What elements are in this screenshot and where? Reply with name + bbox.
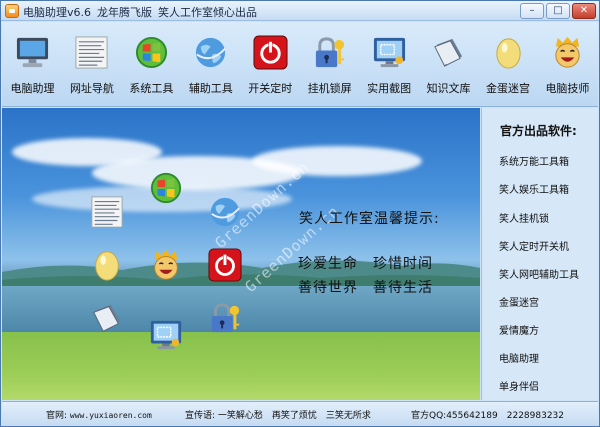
screen-capture-icon xyxy=(373,37,405,68)
software-link[interactable]: 单身伴侣 xyxy=(499,378,539,393)
monitor-icon xyxy=(16,37,49,68)
title-bar[interactable]: 电脑助理v6.6 龙年腾飞版 笑人工作室倾心出品 – □ ✕ xyxy=(1,1,599,21)
tip-title: 笑人工作室温馨提示: xyxy=(299,211,440,227)
status-bar: 官网: www.yuxiaoren.com 宣传语: 一笑解心愁 再笑了烦忧 三… xyxy=(2,401,598,426)
globe-icon[interactable] xyxy=(208,195,242,229)
software-link[interactable]: 金蛋迷宫 xyxy=(499,294,539,309)
tool-timer-switch[interactable]: 开关定时 xyxy=(243,22,298,107)
tool-label: 电脑助理 xyxy=(10,82,55,95)
website-info: 官网: www.yuxiaoren.com xyxy=(46,408,152,421)
app-window: 电脑助理v6.6 龙年腾飞版 笑人工作室倾心出品 – □ ✕ 电脑助理 网址导航… xyxy=(0,0,600,427)
globe-icon xyxy=(196,37,227,68)
software-link[interactable]: 笑人网吧辅助工具 xyxy=(499,266,579,281)
technician-face-icon[interactable] xyxy=(149,248,183,282)
tool-golden-egg-maze[interactable]: 金蛋迷宫 xyxy=(481,22,536,107)
tool-label: 系统工具 xyxy=(129,82,174,95)
main-panel: GreenDown.cn GreenDown.cn 笑人工作室温馨提示: 珍爱生… xyxy=(2,108,480,400)
tool-label: 辅助工具 xyxy=(188,82,233,95)
golden-egg-icon[interactable] xyxy=(90,248,124,282)
tool-computer-technician[interactable]: 电脑技师 xyxy=(540,22,595,107)
app-name: 电脑助理v6.6 xyxy=(23,6,92,19)
padlock-key-icon[interactable] xyxy=(208,301,242,335)
tool-web-navigation[interactable]: 网址导航 xyxy=(64,22,119,107)
panel-title: 官方出品软件: xyxy=(500,124,577,138)
software-link[interactable]: 爱情魔方 xyxy=(499,322,539,337)
grass-field xyxy=(2,332,480,400)
software-link[interactable]: 笑人挂机锁 xyxy=(499,210,549,225)
slogan-info: 宣传语: 一笑解心愁 再笑了烦忧 三笑无所求 xyxy=(185,408,371,421)
golden-egg-icon xyxy=(495,38,521,69)
website-link[interactable]: www.yuxiaoren.com xyxy=(70,411,152,420)
minimize-button[interactable]: – xyxy=(520,3,544,19)
website-label: 官网: xyxy=(46,411,68,421)
main-toolbar: 电脑助理 网址导航 系统工具 辅助工具 开关定时 挂机锁屏 实用截图 知识文库 … xyxy=(2,22,598,107)
windows-orb-icon xyxy=(135,36,167,69)
maximize-button[interactable]: □ xyxy=(546,3,570,19)
tool-label: 实用截图 xyxy=(367,82,412,95)
tool-computer-assistant[interactable]: 电脑助理 xyxy=(5,22,60,107)
tip-line: 善待世界 善待生活 xyxy=(298,280,433,296)
padlock-key-icon xyxy=(316,37,345,68)
slogan-text: 一笑解心愁 再笑了烦忧 三笑无所求 xyxy=(217,411,371,421)
software-link[interactable]: 系统万能工具箱 xyxy=(499,153,569,168)
power-button-icon[interactable] xyxy=(208,248,242,282)
window-title: 电脑助理v6.6 龙年腾飞版 笑人工作室倾心出品 xyxy=(23,4,263,20)
tool-label: 金蛋迷宫 xyxy=(486,82,530,95)
power-button-icon xyxy=(253,35,288,70)
software-link[interactable]: 笑人定时开关机 xyxy=(499,238,569,253)
software-link[interactable]: 电脑助理 xyxy=(499,350,539,365)
studio-credit: 笑人工作室倾心出品 xyxy=(158,6,258,19)
tool-label: 电脑技师 xyxy=(545,82,590,95)
tool-system-tools[interactable]: 系统工具 xyxy=(124,22,179,107)
tool-label: 开关定时 xyxy=(248,82,293,95)
app-logo-icon xyxy=(5,4,19,18)
book-icon[interactable] xyxy=(90,301,124,335)
book-icon xyxy=(434,38,463,67)
qq-label: 官方QQ: xyxy=(411,411,447,421)
qq-numbers: 455642189 2228983232 xyxy=(446,411,564,421)
window-controls: – □ ✕ xyxy=(520,3,596,19)
web-page-icon[interactable] xyxy=(90,195,124,229)
tool-screenshot[interactable]: 实用截图 xyxy=(362,22,417,107)
tool-label: 挂机锁屏 xyxy=(307,82,352,95)
tip-line: 珍爱生命 珍惜时间 xyxy=(298,256,433,272)
cloud xyxy=(252,146,422,176)
software-link[interactable]: 笑人娱乐工具箱 xyxy=(499,181,569,196)
qq-info: 官方QQ:455642189 2228983232 xyxy=(411,408,564,421)
app-edition: 龙年腾飞版 xyxy=(97,6,153,19)
tool-knowledge-library[interactable]: 知识文库 xyxy=(421,22,476,107)
close-button[interactable]: ✕ xyxy=(572,3,596,19)
tool-label: 网址导航 xyxy=(69,82,114,95)
tool-label: 知识文库 xyxy=(426,82,471,95)
tool-assist-tools[interactable]: 辅助工具 xyxy=(183,22,238,107)
technician-face-icon xyxy=(555,36,580,68)
slogan-label: 宣传语: xyxy=(185,411,216,421)
windows-orb-icon[interactable] xyxy=(149,171,183,205)
official-software-panel: 官方出品软件: 系统万能工具箱 笑人娱乐工具箱 笑人挂机锁 笑人定时开关机 笑人… xyxy=(481,108,598,400)
tool-idle-lock[interactable]: 挂机锁屏 xyxy=(302,22,357,107)
web-page-icon xyxy=(75,36,108,69)
screen-capture-icon[interactable] xyxy=(149,318,183,352)
